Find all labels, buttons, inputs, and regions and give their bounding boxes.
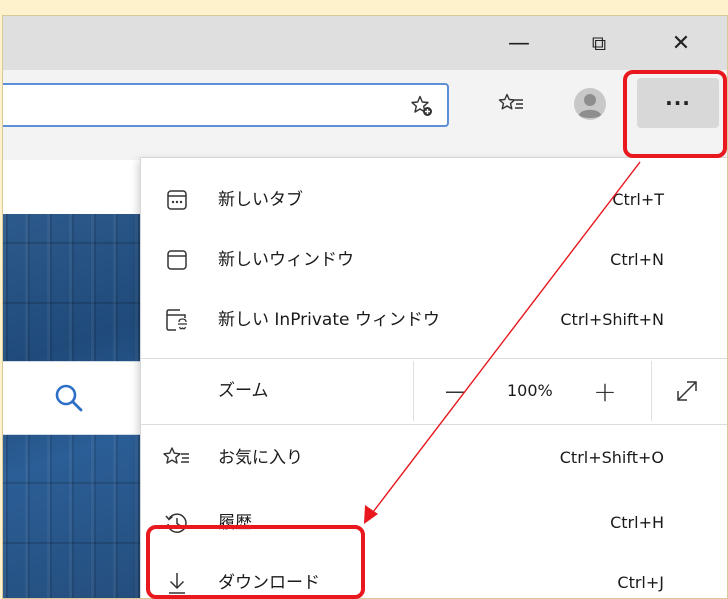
annotation-arrow bbox=[364, 161, 641, 524]
